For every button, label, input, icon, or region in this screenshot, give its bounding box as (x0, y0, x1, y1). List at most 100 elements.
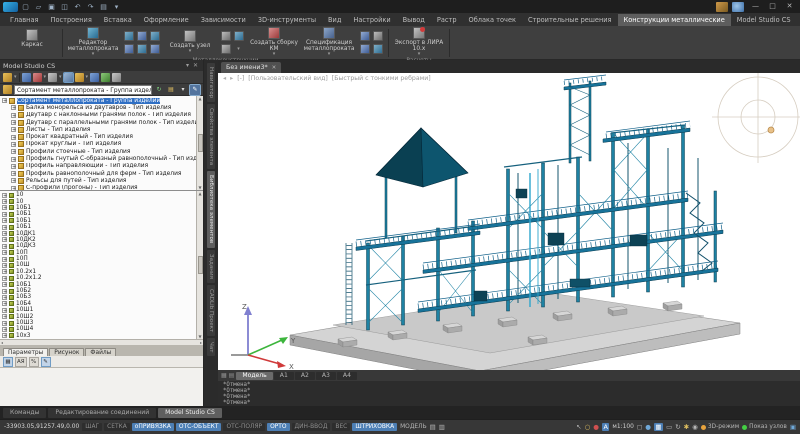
import-icon[interactable] (22, 73, 31, 82)
sort-icon[interactable]: АЯ (15, 357, 27, 367)
folder-icon[interactable]: ▤ (166, 85, 176, 95)
beam-tool-icon[interactable] (150, 31, 160, 41)
command-panel-tab[interactable]: Model Studio CS (158, 408, 222, 418)
side-tab[interactable]: Задания (207, 250, 215, 283)
expander-icon[interactable] (2, 212, 7, 217)
spec-button[interactable]: Спецификация металлопроката▾ (303, 27, 355, 57)
status-toggle[interactable]: ШТРИХОВКА (352, 423, 397, 431)
export-icon[interactable] (33, 73, 42, 82)
new-group-icon[interactable] (3, 73, 12, 82)
expander-icon[interactable] (2, 257, 7, 262)
expander-icon[interactable] (11, 113, 16, 118)
sheet-icon[interactable]: ▤ (430, 423, 436, 431)
status-toggle[interactable]: СЕТКА (104, 423, 130, 431)
tree-item[interactable]: Балка монорельса из двутавров - Тип изде… (0, 104, 196, 111)
bulb-icon[interactable]: ○ (585, 423, 591, 431)
filter-icon[interactable] (75, 73, 84, 82)
edit-params-icon[interactable]: ✎ (41, 357, 51, 367)
expander-icon[interactable] (11, 105, 16, 110)
visual-style-control[interactable]: [Быстрый с тонкими ребрами] (332, 75, 431, 82)
sync-view-icon[interactable] (64, 73, 73, 82)
expander-icon[interactable] (11, 157, 16, 162)
expander-icon[interactable] (2, 295, 7, 300)
spec-tool-icon[interactable] (360, 31, 370, 41)
expander-icon[interactable] (11, 135, 16, 140)
export-dropdown-icon[interactable]: ▾ (44, 74, 47, 80)
node-tool-icon[interactable] (221, 44, 231, 54)
beam-tool-icon[interactable] (137, 31, 147, 41)
document-tab[interactable]: Без имени3* ✕ (221, 62, 281, 73)
camera-icon[interactable]: ◉ (692, 423, 698, 431)
layout-tab[interactable]: А2 (295, 372, 315, 380)
expander-icon[interactable] (2, 289, 7, 294)
command-panel-tab[interactable]: Команды (3, 408, 46, 418)
status-toggle[interactable]: ОРТО (267, 423, 289, 431)
properties-tab[interactable]: Рисунок (49, 348, 84, 356)
metal-editor-button[interactable]: Редактор металлопроката▾ (67, 27, 119, 57)
panel-pin-icon[interactable]: ▾ (184, 62, 191, 69)
save-icon[interactable] (46, 1, 57, 12)
ribbon-tab[interactable]: Model Studio CS (731, 14, 797, 26)
status-toggle[interactable]: ШАГ (82, 423, 102, 431)
record-icon[interactable]: ● (593, 423, 599, 431)
expander-icon[interactable] (2, 199, 7, 204)
tree-scrollbar[interactable]: ▲▼ (196, 96, 203, 190)
cursor-mode-icon[interactable]: ↖ (576, 423, 581, 431)
expander-icon[interactable] (11, 186, 16, 191)
funnel-icon[interactable] (101, 73, 110, 82)
create-node-button[interactable]: Создать узел▾ (164, 30, 216, 54)
expander-icon[interactable] (2, 327, 7, 332)
expander-icon[interactable] (2, 314, 7, 319)
new-file-icon[interactable] (20, 1, 31, 12)
expander-icon[interactable] (2, 282, 7, 287)
expander-icon[interactable] (2, 205, 7, 210)
expander-icon[interactable] (2, 218, 7, 223)
edit-pencil-icon[interactable]: ✎ (190, 85, 200, 95)
tree-item[interactable]: Рельсы для путей - Тип изделия (0, 177, 196, 184)
list-scrollbar[interactable]: ▲▼ (196, 191, 203, 339)
expander-icon[interactable] (2, 244, 7, 249)
expander-icon[interactable] (11, 142, 16, 147)
panel-close-icon[interactable]: ✕ (191, 62, 200, 69)
prev-view-icon[interactable]: ◂ (223, 75, 226, 82)
karkas-button[interactable]: Каркас (6, 29, 58, 48)
model-3d[interactable]: Z Y X (218, 73, 800, 370)
expander-icon[interactable] (2, 321, 7, 326)
indicator-show-nodes[interactable]: Показ узлов (742, 424, 787, 430)
node-tool-icon[interactable] (234, 31, 244, 41)
node-tools-dropdown-icon[interactable]: ▾ (237, 46, 240, 52)
ribbon-tab[interactable]: Вид (322, 14, 347, 26)
ribbon-tab[interactable]: Построения (44, 14, 97, 26)
view-mode-icon[interactable] (48, 73, 57, 82)
expander-icon[interactable] (2, 263, 7, 268)
properties-tab[interactable]: Параметры (3, 348, 48, 356)
expander-icon[interactable] (2, 193, 7, 198)
ribbon-tab[interactable]: CADLib Проект (797, 14, 800, 26)
corner-panel-icon[interactable]: ▣ (790, 423, 796, 431)
expander-icon[interactable] (2, 225, 7, 230)
beam-tool-icon[interactable] (124, 31, 134, 41)
new-group-dropdown-icon[interactable]: ▾ (14, 74, 17, 80)
layout-tab[interactable]: А4 (337, 372, 357, 380)
grid-view-icon[interactable]: ▦ (3, 357, 13, 367)
layout-new-icon[interactable]: ▤ (229, 372, 235, 379)
status-toggle[interactable]: ВЕС (332, 423, 350, 431)
ribbon-tab[interactable]: Вставка (98, 14, 138, 26)
beam-tool-icon[interactable] (124, 44, 134, 54)
grid-display-icon[interactable]: ▦ (654, 423, 663, 431)
refresh-icon[interactable]: ↻ (154, 85, 164, 95)
tree-item[interactable]: Двутавр с наклонными гранями полок - Тип… (0, 112, 196, 119)
expander-icon[interactable] (2, 333, 7, 338)
tree-item[interactable]: Прокат квадратный - Тип изделия (0, 133, 196, 140)
spec-tool-icon[interactable] (373, 44, 383, 54)
save-all-icon[interactable] (59, 1, 70, 12)
expander-icon[interactable] (11, 149, 16, 154)
properties-tab[interactable]: Файлы (85, 348, 116, 356)
status-toggle[interactable]: ОТС-ОБЪЕКТ (176, 423, 222, 431)
expander-icon[interactable] (11, 178, 16, 183)
viewport-menu[interactable]: [-] (237, 75, 244, 82)
ribbon-tab[interactable]: Зависимости (195, 14, 252, 26)
cube-icon[interactable]: ◻ (637, 423, 642, 431)
print-icon[interactable] (98, 1, 109, 12)
viewport[interactable]: ◂ ▸ [-] [Пользовательский вид] [Быстрый … (218, 73, 800, 370)
